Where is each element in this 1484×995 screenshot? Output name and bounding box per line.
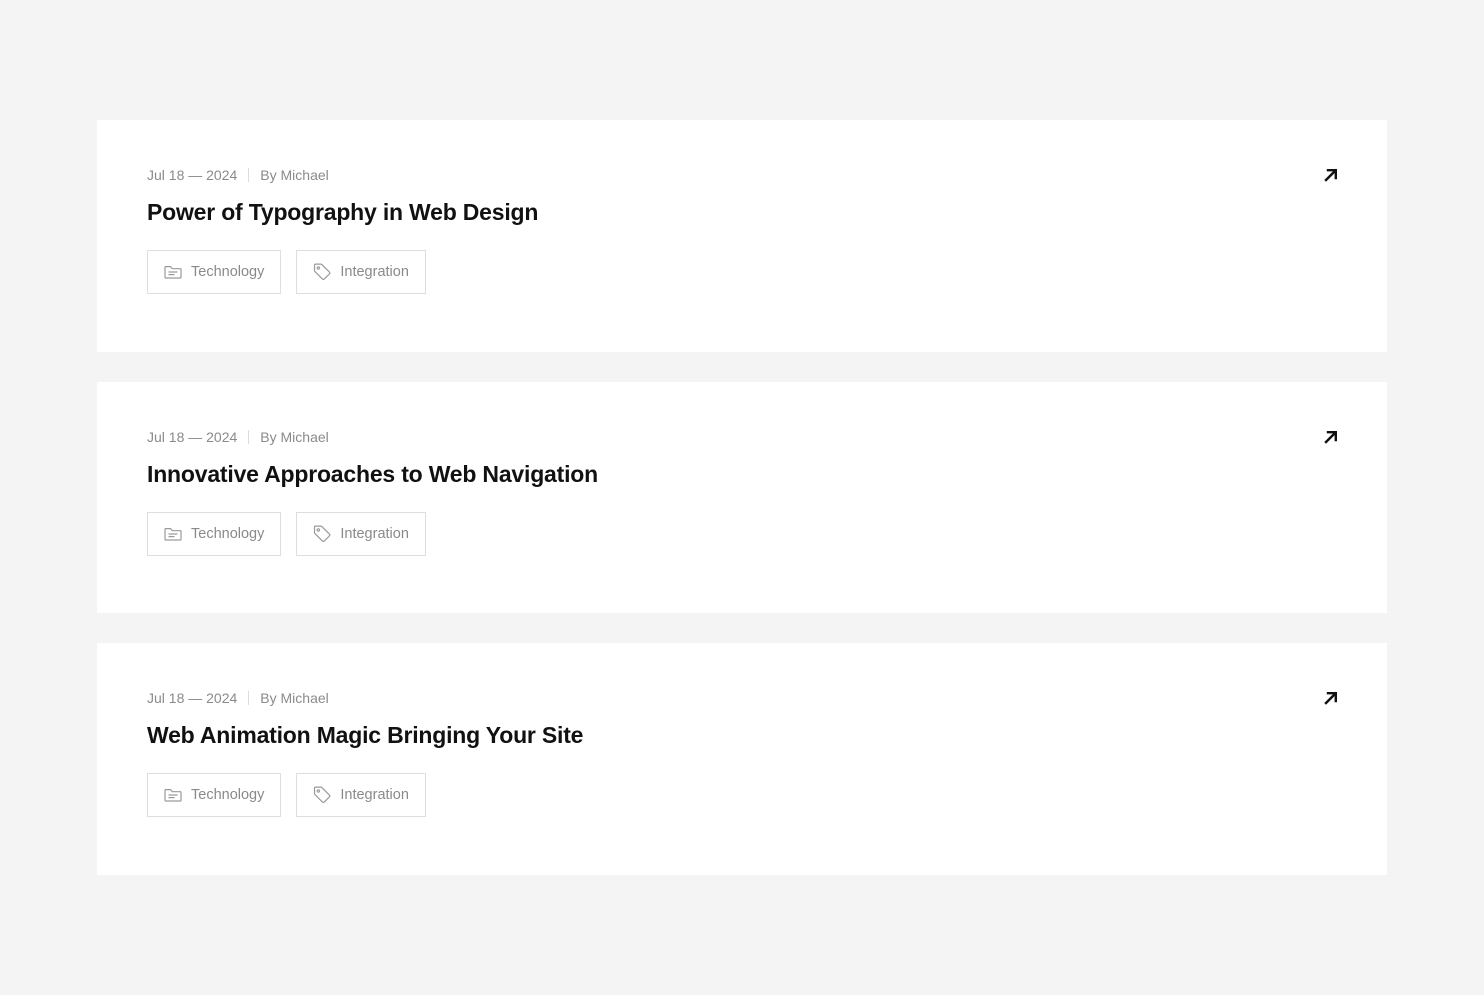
post-date: Jul 18 — 2024	[147, 690, 238, 706]
category-chip[interactable]: Technology	[147, 250, 282, 294]
category-chip[interactable]: Technology	[147, 773, 282, 817]
category-label: Technology	[191, 526, 265, 542]
post-list: Jul 18 — 2024 By Michael Power of Typogr…	[97, 120, 1387, 905]
post-card: Jul 18 — 2024 By Michael Innovative Appr…	[97, 382, 1387, 613]
meta-divider	[248, 691, 250, 705]
post-meta: Jul 18 — 2024 By Michael	[147, 687, 1337, 709]
tag-label: Integration	[340, 526, 409, 542]
tag-icon	[314, 786, 331, 803]
post-date: Jul 18 — 2024	[147, 429, 238, 445]
category-label: Technology	[191, 787, 265, 803]
tag-chip[interactable]: Integration	[296, 512, 426, 556]
tag-chip[interactable]: Integration	[296, 773, 426, 817]
post-author[interactable]: By Michael	[260, 687, 328, 709]
tag-icon	[314, 263, 331, 280]
post-tags: Technology Integration	[147, 773, 1337, 817]
folder-icon	[164, 528, 182, 541]
arrow-up-right-icon[interactable]	[1323, 167, 1339, 183]
post-tags: Technology Integration	[147, 250, 1337, 294]
post-card: Jul 18 — 2024 By Michael Power of Typogr…	[97, 120, 1387, 352]
arrow-up-right-icon[interactable]	[1323, 429, 1339, 445]
post-meta: Jul 18 — 2024 By Michael	[147, 426, 1337, 448]
post-tags: Technology Integration	[147, 512, 1337, 556]
category-label: Technology	[191, 264, 265, 280]
post-title[interactable]: Power of Typography in Web Design	[147, 197, 1337, 227]
post-date: Jul 18 — 2024	[147, 167, 238, 183]
category-chip[interactable]: Technology	[147, 512, 282, 556]
post-card: Jul 18 — 2024 By Michael Web Animation M…	[97, 643, 1387, 875]
post-title[interactable]: Innovative Approaches to Web Navigation	[147, 459, 1337, 489]
folder-icon	[164, 266, 182, 279]
tag-icon	[314, 525, 331, 542]
arrow-up-right-icon[interactable]	[1323, 690, 1339, 706]
tag-label: Integration	[340, 787, 409, 803]
tag-chip[interactable]: Integration	[296, 250, 426, 294]
meta-divider	[248, 430, 250, 444]
post-author[interactable]: By Michael	[260, 426, 328, 448]
post-title[interactable]: Web Animation Magic Bringing Your Site	[147, 720, 1337, 750]
meta-divider	[248, 168, 250, 182]
tag-label: Integration	[340, 264, 409, 280]
folder-icon	[164, 789, 182, 802]
post-meta: Jul 18 — 2024 By Michael	[147, 164, 1337, 186]
post-author[interactable]: By Michael	[260, 164, 328, 186]
